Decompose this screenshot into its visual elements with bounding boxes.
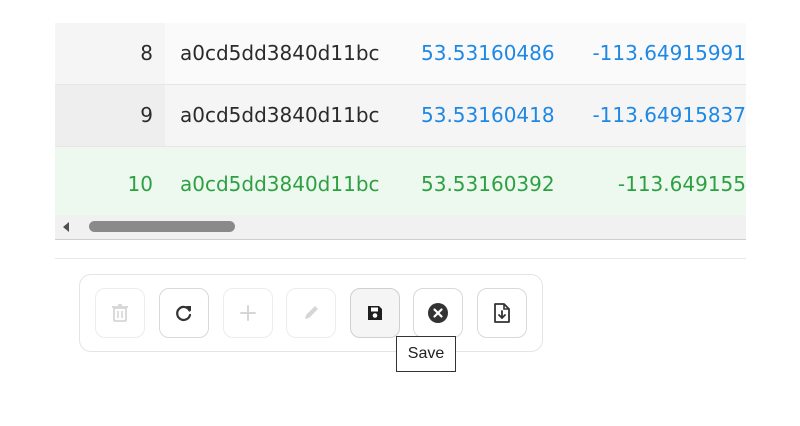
save-icon bbox=[368, 306, 382, 320]
row-index: 8 bbox=[140, 41, 153, 65]
download-file-icon bbox=[494, 303, 510, 323]
id-cell[interactable]: a0cd5dd3840d11bc bbox=[180, 85, 380, 146]
longitude-cell[interactable]: -113.64915837 bbox=[592, 85, 746, 146]
divider bbox=[55, 258, 746, 259]
latitude-cell[interactable]: 53.53160418 bbox=[421, 85, 555, 146]
cancel-button[interactable] bbox=[413, 288, 463, 338]
plus-icon bbox=[240, 305, 256, 321]
id-cell[interactable]: a0cd5dd3840d11bc bbox=[180, 23, 380, 84]
refresh-icon bbox=[176, 305, 192, 321]
latitude-cell[interactable]: 53.53160486 bbox=[421, 23, 555, 84]
add-button[interactable] bbox=[223, 288, 273, 338]
refresh-button[interactable] bbox=[159, 288, 209, 338]
scroll-left-arrow-icon[interactable] bbox=[63, 222, 69, 232]
table-row-selected[interactable]: 10 a0cd5dd3840d11bc 53.53160392 -113.649… bbox=[55, 147, 746, 217]
pencil-icon bbox=[305, 306, 318, 319]
data-grid: 8 a0cd5dd3840d11bc 53.53160486 -113.6491… bbox=[55, 23, 746, 217]
close-circle-icon bbox=[428, 303, 448, 323]
grid-toolbar bbox=[79, 274, 543, 352]
id-cell[interactable]: a0cd5dd3840d11bc bbox=[180, 147, 380, 221]
horizontal-scrollbar[interactable] bbox=[55, 215, 746, 240]
tooltip: Save bbox=[396, 336, 456, 372]
row-index: 10 bbox=[127, 172, 153, 196]
scrollbar-thumb[interactable] bbox=[89, 221, 235, 232]
longitude-cell[interactable]: -113.64915991 bbox=[592, 23, 746, 84]
export-button[interactable] bbox=[477, 288, 527, 338]
table-row[interactable]: 8 a0cd5dd3840d11bc 53.53160486 -113.6491… bbox=[55, 23, 746, 84]
delete-button[interactable] bbox=[95, 288, 145, 338]
save-button[interactable] bbox=[350, 288, 400, 338]
row-index: 9 bbox=[140, 103, 153, 127]
latitude-cell[interactable]: 53.53160392 bbox=[421, 147, 555, 221]
edit-button[interactable] bbox=[286, 288, 336, 338]
trash-icon bbox=[112, 304, 128, 322]
table-row[interactable]: 9 a0cd5dd3840d11bc 53.53160418 -113.6491… bbox=[55, 84, 746, 147]
longitude-cell[interactable]: -113.649155 bbox=[618, 147, 746, 221]
